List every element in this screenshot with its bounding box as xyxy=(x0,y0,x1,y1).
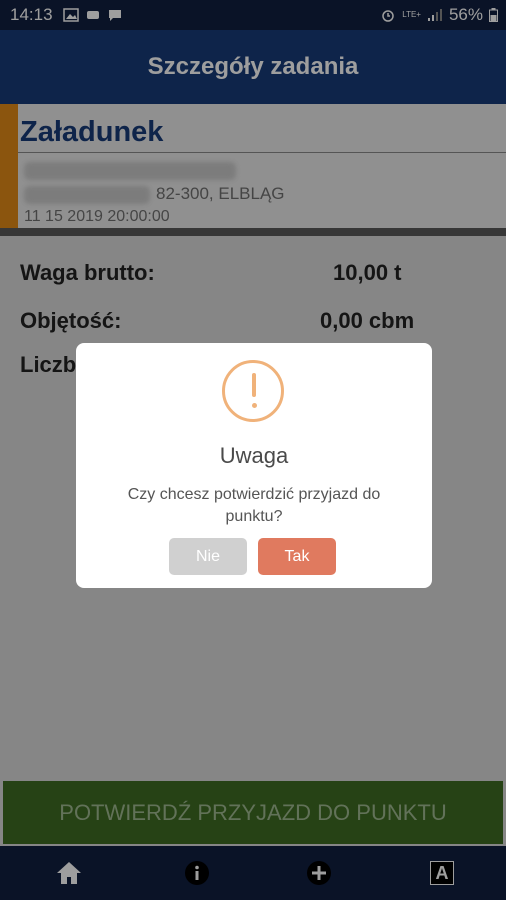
dialog-message: Czy chcesz potwierdzić przyjazd do punkt… xyxy=(127,486,381,525)
yes-button[interactable]: Tak xyxy=(258,538,336,575)
dialog-title: Uwaga xyxy=(219,443,289,468)
confirm-dialog: Uwaga Czy chcesz potwierdzić przyjazd do… xyxy=(76,343,432,588)
yes-button-label: Tak xyxy=(284,547,310,565)
no-button-label: Nie xyxy=(195,547,220,565)
warning-icon xyxy=(222,360,284,422)
no-button[interactable]: Nie xyxy=(169,538,247,575)
